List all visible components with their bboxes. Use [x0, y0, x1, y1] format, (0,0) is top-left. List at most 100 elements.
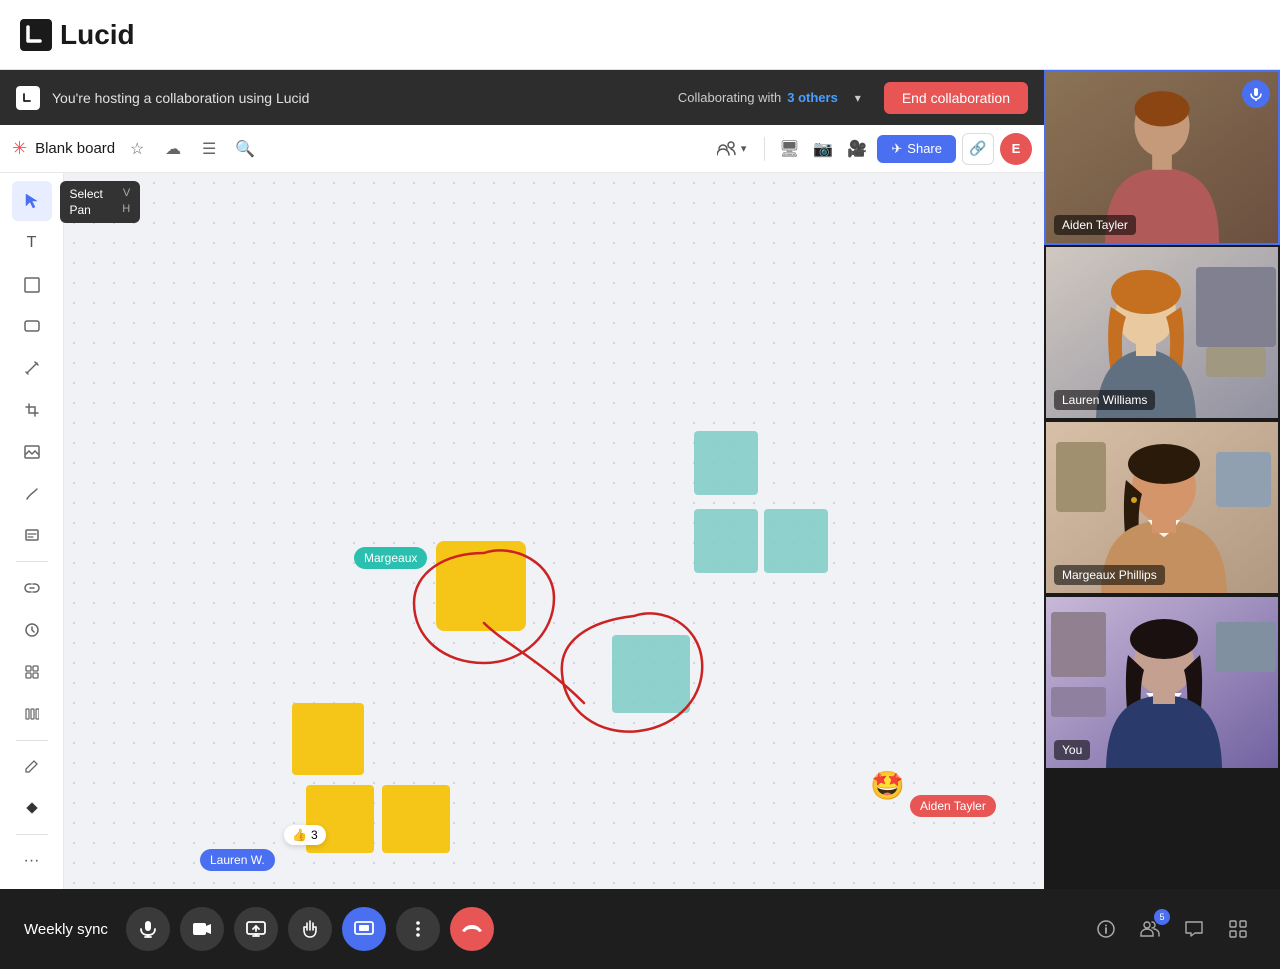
toolbar-bar: ✳ Blank board ☆ ☁ ☰ 🔍 ▾ 🖥 📷 🎥: [0, 125, 1044, 173]
shape-teal-3[interactable]: [764, 509, 828, 573]
cloud-icon[interactable]: ☁: [159, 135, 187, 163]
share-button[interactable]: ✈ Share: [877, 135, 956, 163]
list-tool[interactable]: [12, 694, 52, 734]
collab-count: 3 others: [787, 90, 838, 105]
board-title-area: ✳ Blank board: [12, 138, 115, 159]
share-label: Share: [907, 141, 942, 156]
pencil-icon: [25, 759, 39, 773]
shape-teal-2[interactable]: [694, 509, 758, 573]
video-tile-aiden[interactable]: Aiden Tayler: [1044, 70, 1280, 245]
more-options-icon: [416, 921, 420, 937]
thumbs-up-emoji: 👍: [292, 828, 307, 842]
screen-share-button[interactable]: [234, 907, 278, 951]
video-name-aiden: Aiden Tayler: [1054, 215, 1136, 235]
tool-divider-1: [16, 561, 48, 562]
video-tile-you[interactable]: You: [1044, 595, 1280, 770]
end-call-icon: [461, 924, 483, 934]
info-button[interactable]: [1088, 911, 1124, 947]
mic-button[interactable]: [126, 907, 170, 951]
more-options-button[interactable]: [396, 907, 440, 951]
pencil-tool[interactable]: [12, 747, 52, 787]
menu-icon[interactable]: ☰: [195, 135, 223, 163]
toolbar-divider: [764, 137, 765, 161]
crop-tool[interactable]: [12, 390, 52, 430]
share-icon: ✈: [891, 141, 902, 157]
template-tool[interactable]: [12, 652, 52, 692]
collab-bar-logo: [16, 86, 40, 110]
video-name-lauren: Lauren Williams: [1054, 390, 1155, 410]
present-btn-icon: [354, 921, 374, 937]
group-icon: [717, 141, 737, 157]
end-call-button[interactable]: [450, 907, 494, 951]
favorite-icon[interactable]: ☆: [123, 135, 151, 163]
image-icon: [24, 445, 40, 459]
screen-share-icon[interactable]: 📷: [809, 135, 837, 163]
list-icon: [25, 708, 39, 720]
link-icon: [24, 583, 40, 593]
draw-tool[interactable]: [12, 474, 52, 514]
toolbar-right: ▾ 🖥 📷 🎥 ✈ Share 🔗 E: [709, 133, 1032, 165]
video-panel: Aiden Tayler: [1044, 70, 1280, 889]
participants-button[interactable]: 5: [1132, 911, 1168, 947]
search-icon[interactable]: 🔍: [231, 135, 259, 163]
frame-icon: [24, 277, 40, 293]
caption-icon: [25, 529, 39, 541]
tool-divider-3: [16, 834, 48, 835]
image-tool[interactable]: [12, 432, 52, 472]
crop-icon: [25, 403, 39, 417]
frame-tool[interactable]: [12, 265, 52, 305]
video-tile-margeaux[interactable]: Margeaux Phillips: [1044, 420, 1280, 595]
hand-raise-button[interactable]: [288, 907, 332, 951]
select-tool[interactable]: Select V Pan H: [12, 181, 52, 221]
snowflake-icon: ✳: [12, 138, 27, 159]
thumbs-up-badge: 👍 3: [284, 825, 326, 845]
cursor-label-margeaux: Margeaux: [354, 547, 427, 569]
grid-button[interactable]: [1220, 911, 1256, 947]
end-collaboration-button[interactable]: End collaboration: [884, 82, 1028, 114]
shape-yellow-2[interactable]: [292, 703, 364, 775]
more-tools[interactable]: ···: [12, 841, 52, 881]
caption-tool[interactable]: [12, 516, 52, 556]
clock-tool[interactable]: [12, 610, 52, 650]
bottom-right-icons: 5: [1088, 911, 1256, 947]
video-tile-lauren[interactable]: Lauren Williams: [1044, 245, 1280, 420]
present-button[interactable]: [342, 907, 386, 951]
lucid-logo-text: Lucid: [60, 19, 135, 51]
camera-icon[interactable]: 🎥: [843, 135, 871, 163]
lucid-logo: Lucid: [20, 19, 135, 51]
collaborators-dropdown-arrow: ▾: [741, 142, 747, 155]
diamond-icon: [25, 801, 39, 815]
hand-btn-icon: [302, 920, 318, 938]
info-icon: [1097, 920, 1115, 938]
canvas-area: You're hosting a collaboration using Luc…: [0, 70, 1044, 889]
template-icon: [25, 665, 39, 679]
bottom-bar: Weekly sync: [0, 889, 1280, 969]
canvas[interactable]: Margeaux Aiden Tayler Lauren W. 🤩 👍 3: [64, 173, 1044, 889]
speaking-indicator-aiden: [1242, 80, 1270, 108]
collaborators-btn[interactable]: ▾: [709, 137, 755, 161]
pen-tool[interactable]: [12, 348, 52, 388]
grid-icon: [1229, 920, 1247, 938]
shape-yellow-1[interactable]: [436, 541, 526, 631]
shape-teal-4[interactable]: [612, 635, 690, 713]
shape-yellow-4[interactable]: [382, 785, 450, 853]
video-button[interactable]: [180, 907, 224, 951]
cursor-label-aiden: Aiden Tayler: [910, 795, 996, 817]
draw-icon: [25, 487, 39, 501]
thumbs-up-count: 3: [311, 828, 318, 842]
chat-button[interactable]: [1176, 911, 1212, 947]
diamond-tool[interactable]: [12, 788, 52, 828]
video-name-you: You: [1054, 740, 1090, 760]
text-tool[interactable]: T: [12, 223, 52, 263]
video-name-margeaux: Margeaux Phillips: [1054, 565, 1165, 585]
link-tool[interactable]: [12, 568, 52, 608]
shape-teal-1[interactable]: [694, 431, 758, 495]
shape-tool[interactable]: [12, 306, 52, 346]
collab-dropdown-btn[interactable]: ▾: [844, 84, 872, 112]
user-avatar-button[interactable]: E: [1000, 133, 1032, 165]
lucid-logo-icon: [20, 19, 52, 51]
video-toolbar-icon[interactable]: 🖥: [775, 135, 803, 163]
lucid-header: Lucid: [0, 0, 1280, 70]
collab-bar: You're hosting a collaboration using Luc…: [0, 70, 1044, 125]
link-button[interactable]: 🔗: [962, 133, 994, 165]
